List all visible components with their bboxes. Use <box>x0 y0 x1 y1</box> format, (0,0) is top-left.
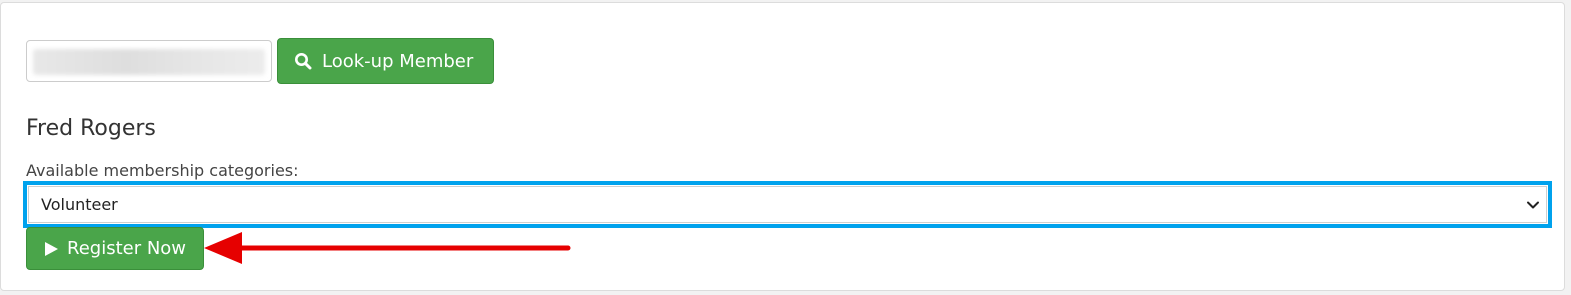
play-icon <box>43 241 59 257</box>
membership-categories-label: Available membership categories: <box>26 161 299 180</box>
red-arrow-annotation <box>204 232 571 264</box>
lookup-member-label: Look-up Member <box>322 50 474 72</box>
redacted-input-value <box>33 49 265 75</box>
search-icon <box>294 52 312 70</box>
selected-category: Volunteer <box>41 195 118 214</box>
member-lookup-input[interactable] <box>26 40 272 82</box>
membership-category-select[interactable]: Volunteer <box>28 186 1547 223</box>
member-name: Fred Rogers <box>26 116 156 141</box>
chevron-down-icon <box>1526 198 1540 212</box>
register-now-label: Register Now <box>67 238 187 259</box>
lookup-member-button[interactable]: Look-up Member <box>277 38 494 84</box>
register-now-button[interactable]: Register Now <box>26 227 204 270</box>
